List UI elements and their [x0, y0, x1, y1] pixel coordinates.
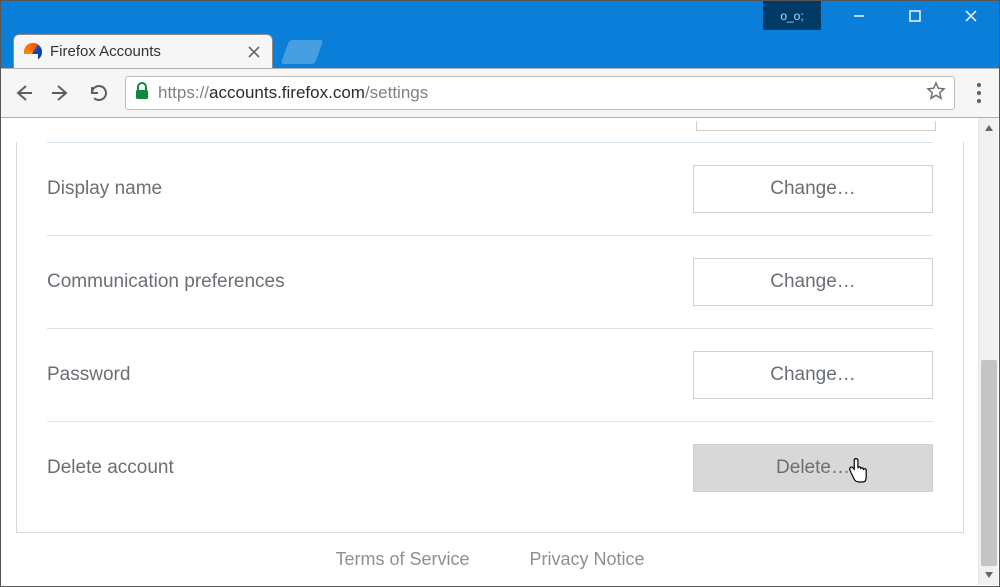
- tab-strip: Firefox Accounts: [1, 30, 999, 68]
- browser-toolbar: https://accounts.firefox.com/settings: [1, 68, 999, 118]
- new-tab-button[interactable]: [281, 40, 324, 64]
- change-display-name-button[interactable]: Change…: [693, 165, 933, 213]
- browser-tab[interactable]: Firefox Accounts: [13, 34, 273, 68]
- window-badge: o_o;: [763, 1, 821, 30]
- page-footer: Terms of Service Privacy Notice: [16, 533, 964, 585]
- scroll-thumb[interactable]: [981, 360, 997, 566]
- lock-icon: [134, 82, 150, 105]
- change-communication-button[interactable]: Change…: [693, 258, 933, 306]
- settings-row-display-name: Display name Change…: [47, 142, 933, 236]
- bookmark-star-icon[interactable]: [926, 81, 946, 106]
- url-host: accounts.firefox.com: [209, 83, 365, 102]
- vertical-scrollbar[interactable]: [978, 118, 998, 585]
- privacy-link[interactable]: Privacy Notice: [530, 549, 645, 570]
- delete-account-button[interactable]: Delete…: [693, 444, 933, 492]
- row-label: Delete account: [47, 457, 174, 479]
- back-button[interactable]: [11, 82, 35, 104]
- tab-title: Firefox Accounts: [50, 43, 161, 60]
- close-tab-icon[interactable]: [246, 44, 262, 60]
- terms-link[interactable]: Terms of Service: [335, 549, 469, 570]
- page-viewport: Display name Change… Communication prefe…: [2, 118, 998, 585]
- settings-card: Display name Change… Communication prefe…: [16, 142, 964, 533]
- firefox-icon: [24, 43, 42, 61]
- maximize-button[interactable]: [887, 1, 943, 30]
- row-label: Display name: [47, 178, 162, 200]
- settings-row-password: Password Change…: [47, 329, 933, 422]
- forward-button[interactable]: [49, 82, 73, 104]
- url-text: https://accounts.firefox.com/settings: [158, 83, 428, 103]
- address-bar[interactable]: https://accounts.firefox.com/settings: [125, 76, 955, 110]
- reload-button[interactable]: [87, 82, 111, 104]
- window-titlebar: o_o;: [1, 1, 999, 30]
- scroll-down-button[interactable]: [979, 565, 998, 585]
- settings-row-delete-account: Delete account Delete…: [47, 422, 933, 514]
- url-path: /settings: [365, 83, 428, 102]
- row-label: Password: [47, 364, 130, 386]
- close-window-button[interactable]: [943, 1, 999, 30]
- browser-menu-button[interactable]: [969, 83, 989, 103]
- change-password-button[interactable]: Change…: [693, 351, 933, 399]
- settings-row-communication: Communication preferences Change…: [47, 236, 933, 329]
- url-protocol: https://: [158, 83, 209, 102]
- row-label: Communication preferences: [47, 271, 285, 293]
- scroll-up-button[interactable]: [979, 118, 998, 138]
- minimize-button[interactable]: [831, 1, 887, 30]
